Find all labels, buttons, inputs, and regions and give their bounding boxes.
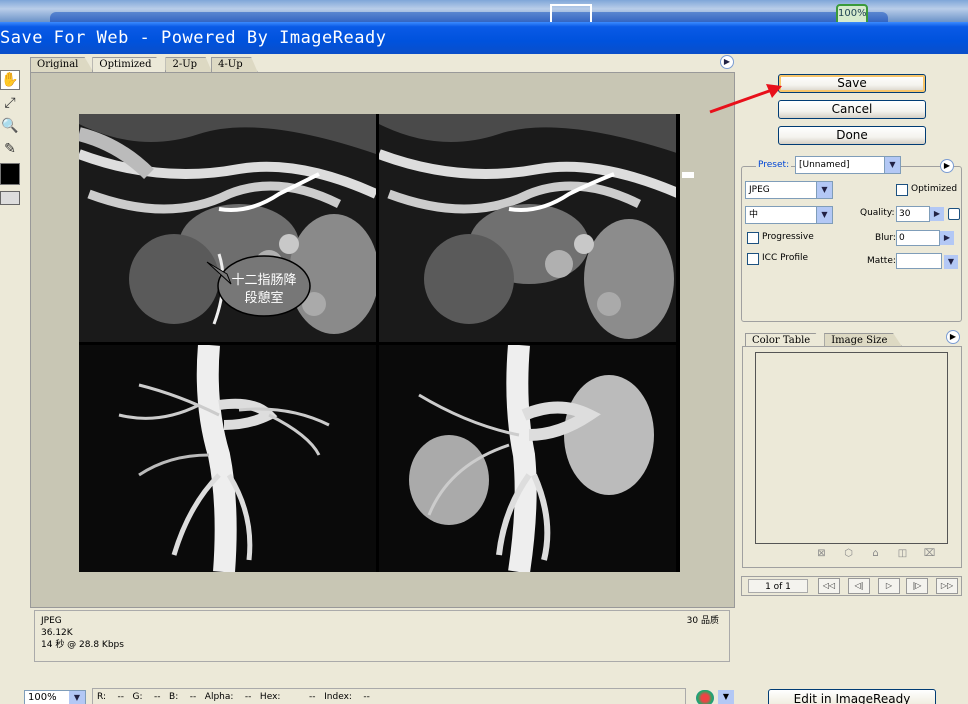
quality-level-value: 中 xyxy=(749,210,759,220)
previous-frame-icon[interactable]: ◁| xyxy=(848,578,870,594)
done-button[interactable]: Done xyxy=(778,126,926,145)
icc-profile-checkbox[interactable] xyxy=(747,253,759,265)
eyedropper-color-swatch[interactable] xyxy=(0,163,20,185)
play-icon[interactable]: ▷ xyxy=(878,578,900,594)
info-format: JPEG xyxy=(41,616,62,626)
cube-icon[interactable]: ⬡ xyxy=(842,548,855,560)
trash-icon[interactable]: ⌧ xyxy=(923,548,936,560)
eyedropper-icon[interactable]: ✎ xyxy=(0,139,20,159)
quality-label: Quality: xyxy=(860,208,895,218)
view-tabs: Original Optimized 2-Up 4-Up xyxy=(30,57,258,72)
chevron-down-icon[interactable]: ▼ xyxy=(944,255,958,269)
format-select[interactable]: JPEG ▼ xyxy=(745,181,833,199)
next-frame-icon[interactable]: |▷ xyxy=(906,578,928,594)
preview-canvas[interactable]: 十二指肠降 段憩室 xyxy=(30,72,735,608)
color-readout: R: -- G: -- B: -- Alpha: -- Hex: -- Inde… xyxy=(92,688,686,704)
icc-profile-label: ICC Profile xyxy=(762,253,809,263)
window-title: Save For Web - Powered By ImageReady xyxy=(0,28,387,48)
annotation-line-1: 十二指肠降 xyxy=(231,273,296,288)
format-value: JPEG xyxy=(749,185,770,195)
angiography-scan xyxy=(79,345,376,572)
quality-level-select[interactable]: 中 ▼ xyxy=(745,206,833,224)
tab-original[interactable]: Original xyxy=(30,57,94,72)
chevron-down-icon[interactable]: ▼ xyxy=(816,207,832,223)
lock-icon[interactable]: ⌂ xyxy=(869,548,882,560)
save-button[interactable]: Save xyxy=(778,74,926,93)
panel-menu-icon[interactable]: ▶ xyxy=(946,330,960,344)
first-frame-icon[interactable]: ◁◁ xyxy=(818,578,840,594)
frame-count: 1 of 1 xyxy=(748,579,808,593)
color-table-grid[interactable] xyxy=(755,352,948,544)
info-size: 36.12K xyxy=(41,628,73,638)
tab-4-up[interactable]: 4-Up xyxy=(211,57,258,72)
ct-scan xyxy=(379,114,676,342)
panel-menu-icon[interactable]: ▶ xyxy=(720,55,734,69)
quality-mask-icon[interactable] xyxy=(948,208,960,220)
preset-select[interactable]: [Unnamed] ▼ xyxy=(795,156,901,174)
chevron-down-icon[interactable]: ▼ xyxy=(69,691,85,704)
matte-label: Matte: xyxy=(867,256,896,266)
background-window-titlebar xyxy=(50,12,888,22)
optimized-checkbox[interactable] xyxy=(896,184,908,196)
info-download-time: 14 秒 @ 28.8 Kbps xyxy=(41,640,124,650)
blur-input[interactable]: 0 xyxy=(896,230,940,246)
tab-optimized[interactable]: Optimized xyxy=(92,57,167,72)
edit-in-imageready-button[interactable]: Edit in ImageReady xyxy=(768,689,936,704)
window-titlebar[interactable]: Save For Web - Powered By ImageReady xyxy=(0,22,968,54)
preview-browser-icon[interactable] xyxy=(696,690,714,704)
blur-label: Blur: xyxy=(875,233,896,243)
tab-color-table[interactable]: Color Table xyxy=(745,333,826,347)
preset-label: Preset: xyxy=(756,160,792,170)
cancel-button[interactable]: Cancel xyxy=(778,100,926,119)
color-table-actions: ⊠ ⬡ ⌂ ◫ ⌧ xyxy=(815,548,936,560)
tab-image-size[interactable]: Image Size xyxy=(824,333,903,347)
chevron-right-icon[interactable]: ▶ xyxy=(940,231,954,245)
toggle-slices-icon[interactable] xyxy=(0,191,20,205)
ct-scan-annotated: 十二指肠降 段憩室 xyxy=(79,114,376,342)
new-color-icon[interactable]: ◫ xyxy=(896,548,909,560)
canvas-marker xyxy=(682,172,694,178)
tab-2-up[interactable]: 2-Up xyxy=(165,57,213,72)
zoom-level-value: 100% xyxy=(28,692,57,703)
chevron-down-icon[interactable]: ▼ xyxy=(718,690,734,704)
annotation-line-2: 段憩室 xyxy=(244,290,283,306)
chevron-down-icon[interactable]: ▼ xyxy=(816,182,832,198)
panel-menu-icon[interactable]: ▶ xyxy=(940,159,954,173)
matte-select[interactable] xyxy=(896,253,942,269)
info-quality: 30 品质 xyxy=(686,616,719,626)
quality-input[interactable]: 30 xyxy=(896,206,930,222)
hand-tool-icon[interactable]: ✋ xyxy=(0,70,20,90)
progressive-checkbox[interactable] xyxy=(747,232,759,244)
left-toolbar: ✋ ⤢ 🔍 ✎ xyxy=(0,70,22,205)
zoom-level-select[interactable]: 100% ▼ xyxy=(24,690,86,704)
zoom-tool-icon[interactable]: 🔍 xyxy=(0,116,20,136)
optimized-label: Optimized xyxy=(911,184,958,194)
web-shift-icon[interactable]: ⊠ xyxy=(815,548,828,560)
angiography-3d-scan xyxy=(379,345,676,572)
desktop-background: 100% xyxy=(0,0,968,22)
last-frame-icon[interactable]: ▷▷ xyxy=(936,578,958,594)
preview-image: 十二指肠降 段憩室 xyxy=(79,114,680,572)
desktop-icon-outline xyxy=(550,4,592,22)
preset-value: [Unnamed] xyxy=(799,160,850,170)
optimization-info: JPEG 36.12K 14 秒 @ 28.8 Kbps 30 品质 xyxy=(34,610,730,662)
color-table-tabs: Color Table Image Size xyxy=(745,333,903,347)
slice-select-icon[interactable]: ⤢ xyxy=(0,93,20,113)
taskbar-zoom-badge: 100% xyxy=(836,4,868,22)
progressive-label: Progressive xyxy=(762,232,814,242)
chevron-down-icon[interactable]: ▼ xyxy=(884,157,900,173)
chevron-right-icon[interactable]: ▶ xyxy=(930,207,944,221)
red-arrow-annotation xyxy=(709,84,782,114)
